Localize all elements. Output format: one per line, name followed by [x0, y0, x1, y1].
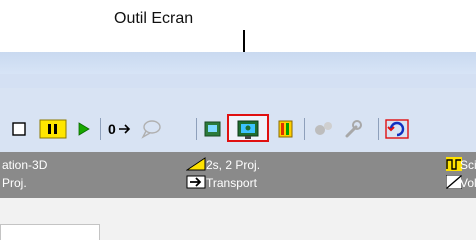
- grid-icon[interactable]: [276, 118, 296, 140]
- callout-label: Outil Ecran: [114, 10, 194, 27]
- screen-tool-icon[interactable]: [236, 118, 260, 140]
- toolbar-separator: [378, 118, 379, 140]
- workspace-tab[interactable]: [0, 224, 100, 240]
- triangle-icon: [185, 157, 206, 174]
- title-bar: [0, 52, 476, 74]
- arrow-right-icon: [186, 175, 206, 192]
- wrench-icon[interactable]: [342, 118, 364, 140]
- counter-label: 0: [108, 121, 116, 137]
- square-icon[interactable]: [10, 118, 30, 140]
- play-icon[interactable]: [74, 118, 94, 140]
- status-col3-line1: Sci: [460, 158, 476, 172]
- toolbar-separator: [304, 118, 305, 140]
- status-col3-line2: Vol: [460, 176, 476, 190]
- speech-bubble-icon[interactable]: [140, 118, 162, 140]
- pause-icon[interactable]: [38, 118, 68, 140]
- toolbar-separator: [100, 118, 101, 140]
- status-strip: ation-3D Proj. 2s, 2 Proj. Transport Sci…: [0, 152, 476, 198]
- status-col1-line2: Proj.: [2, 176, 27, 190]
- cycle-icon[interactable]: [385, 118, 409, 140]
- status-col1-line1: ation-3D: [2, 158, 48, 172]
- counter-arrow-icon[interactable]: 0: [106, 118, 136, 140]
- molecule-icon[interactable]: [312, 118, 336, 140]
- image-icon[interactable]: [203, 118, 223, 140]
- toolbar-separator: [196, 118, 197, 140]
- menu-bar: [0, 74, 476, 88]
- status-col2-line2: Transport: [206, 176, 257, 190]
- status-col2-line1: 2s, 2 Proj.: [206, 158, 261, 172]
